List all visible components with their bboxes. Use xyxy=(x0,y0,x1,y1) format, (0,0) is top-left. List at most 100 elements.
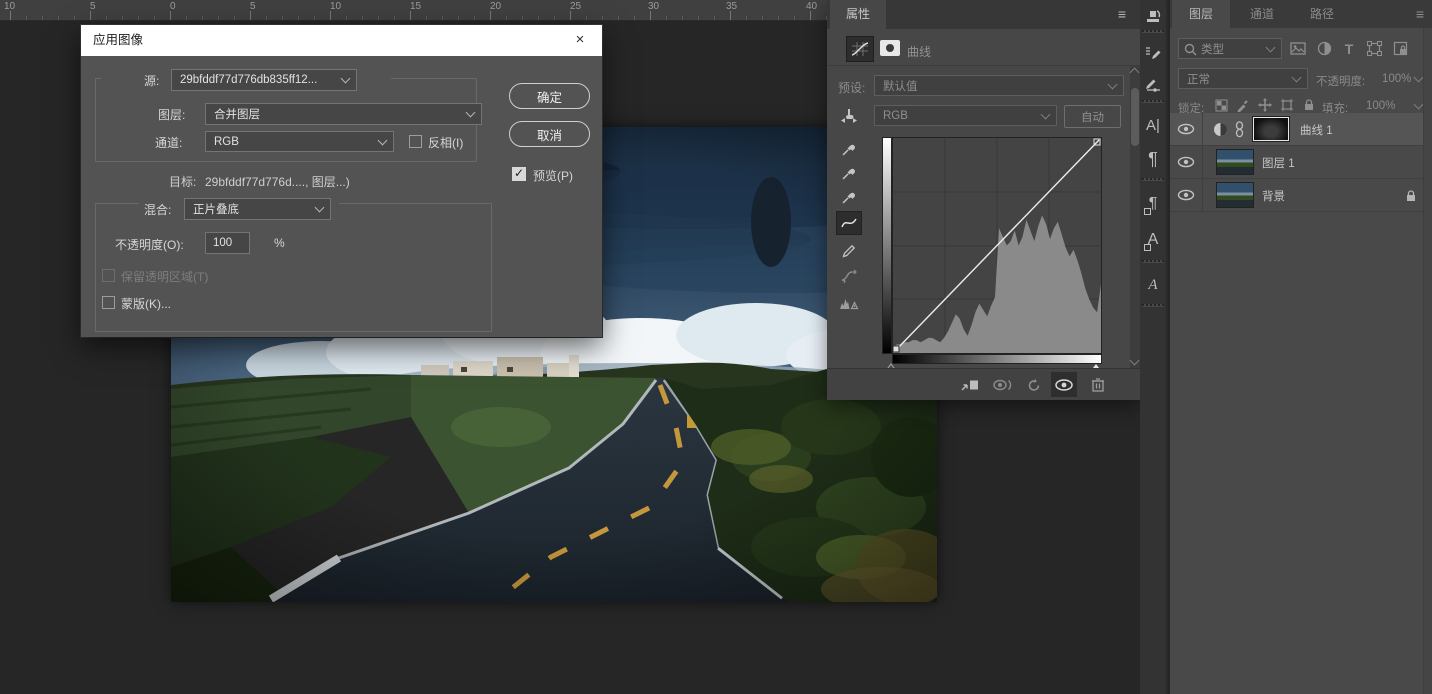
preserve-transparency-label: 保留透明区域(T) xyxy=(121,268,208,285)
character-styles-panel-icon[interactable]: A xyxy=(1140,222,1166,258)
gray-point-eyedropper-icon[interactable] xyxy=(836,161,862,185)
pencil-tool[interactable] xyxy=(836,239,862,263)
lock-artboard-icon[interactable] xyxy=(1278,97,1296,113)
paragraph-panel-icon[interactable]: ¶ xyxy=(1140,142,1166,176)
clip-to-layer-button[interactable] xyxy=(957,372,983,397)
close-icon[interactable]: × xyxy=(558,25,602,56)
layer-mask-icon xyxy=(880,40,900,56)
panel-menu-icon[interactable]: ≡ xyxy=(1118,7,1126,21)
filter-type-label: 类型 xyxy=(1201,41,1224,57)
chevron-down-icon xyxy=(1041,109,1051,119)
eye-icon xyxy=(1177,123,1195,135)
preset-select[interactable]: 默认值 xyxy=(874,75,1124,96)
chevron-down-icon[interactable] xyxy=(1414,100,1424,110)
source-select[interactable]: 29bfddf77d776db835ff12... xyxy=(171,69,357,91)
layer-thumbnail[interactable] xyxy=(1216,182,1254,208)
target-value: 29bfddf77d776d...., 图层...) xyxy=(205,173,350,190)
channel-select[interactable]: RGB xyxy=(205,131,394,152)
filter-type-select[interactable]: 类型 xyxy=(1178,38,1282,59)
blend-mode-value: 正常 xyxy=(1187,71,1210,87)
cancel-button[interactable]: 取消 xyxy=(509,121,590,147)
scroll-up-icon[interactable] xyxy=(1130,68,1140,78)
curves-grid[interactable] xyxy=(892,137,1102,354)
tab-properties[interactable]: 属性 xyxy=(830,0,886,29)
scroll-down-icon[interactable] xyxy=(1130,356,1140,366)
smooth-curve-icon xyxy=(836,264,862,288)
lock-position-icon[interactable] xyxy=(1256,97,1274,113)
glyphs-panel-icon[interactable]: A xyxy=(1140,268,1166,302)
visibility-toggle[interactable] xyxy=(1170,146,1203,178)
target-label: 目标: xyxy=(169,173,196,190)
layer-name[interactable]: 背景 xyxy=(1262,188,1285,204)
edit-points-tool[interactable] xyxy=(836,211,862,235)
filter-image-icon[interactable] xyxy=(1288,40,1308,57)
mask-link-icon[interactable] xyxy=(1234,120,1244,138)
dialog-titlebar[interactable]: 应用图像 xyxy=(81,25,602,56)
dock-separator xyxy=(1142,178,1164,181)
delete-adjustment-button[interactable] xyxy=(1085,372,1111,397)
blend-select[interactable]: 正片叠底 xyxy=(184,198,331,220)
tab-paths[interactable]: 路径 xyxy=(1294,0,1350,28)
blend-mode-select[interactable]: 正常 xyxy=(1178,68,1308,89)
invert-checkbox[interactable] xyxy=(409,135,422,148)
filter-smart-object-icon[interactable] xyxy=(1390,40,1410,57)
style-square xyxy=(1144,208,1151,215)
layer-mask-thumbnail[interactable] xyxy=(1252,116,1290,142)
chevron-down-icon xyxy=(1266,42,1276,52)
layer-select[interactable]: 合并图层 xyxy=(205,103,482,125)
brushes-icon[interactable] xyxy=(1140,68,1166,100)
layer-thumbnail[interactable] xyxy=(1216,149,1254,175)
horizontal-ruler: 10 5 0 5 10 15 20 25 30 35 40 xyxy=(0,0,830,21)
clone-source-icon[interactable] xyxy=(1140,0,1166,32)
scrollbar-thumb[interactable] xyxy=(1131,88,1139,146)
layer-name[interactable]: 图层 1 xyxy=(1262,155,1295,171)
lock-pixels-icon[interactable] xyxy=(1234,97,1252,113)
view-previous-state-button[interactable] xyxy=(990,372,1016,397)
layer-row-background[interactable]: 背景 xyxy=(1170,179,1432,212)
ok-button[interactable]: 确定 xyxy=(509,83,590,109)
black-point-eyedropper-icon[interactable] xyxy=(836,137,862,161)
reset-button[interactable] xyxy=(1021,372,1047,397)
paragraph-styles-panel-icon[interactable]: ¶ xyxy=(1140,186,1166,222)
layer-name[interactable]: 曲线 1 xyxy=(1300,122,1333,138)
dock-separator xyxy=(1142,100,1164,103)
opacity-value[interactable]: 100% xyxy=(1382,73,1411,85)
background-lock-icon[interactable] xyxy=(1404,188,1418,202)
dock-separator xyxy=(1142,260,1164,263)
layer-row-curves[interactable]: 曲线 1 xyxy=(1170,113,1432,146)
filter-adjustment-icon[interactable] xyxy=(1314,40,1334,57)
layer-row-layer1[interactable]: 图层 1 xyxy=(1170,146,1432,179)
layers-panel: 图层 通道 路径 ≡ 类型 T xyxy=(1170,0,1432,694)
targeted-adjustment-tool[interactable] xyxy=(836,104,862,128)
ruler-label: 0 xyxy=(170,1,176,12)
auto-button[interactable]: 自动 xyxy=(1064,105,1121,128)
panel-menu-icon[interactable]: ≡ xyxy=(1416,7,1424,21)
character-panel-icon[interactable]: A| xyxy=(1140,108,1166,142)
curves-channel-select[interactable]: RGB xyxy=(874,105,1057,126)
mask-checkbox[interactable] xyxy=(102,296,115,309)
opacity-input[interactable]: 100 xyxy=(205,232,250,254)
properties-panel: 属性 ≡ 曲线 预设: 默认值 xyxy=(827,0,1140,400)
lock-all-icon[interactable] xyxy=(1300,96,1318,112)
chevron-down-icon[interactable] xyxy=(1414,73,1424,83)
layers-scrollbar[interactable] xyxy=(1423,28,1432,694)
ruler-label: 5 xyxy=(90,1,96,12)
visibility-toggle[interactable] xyxy=(1170,179,1203,211)
dock-separator xyxy=(1142,30,1164,33)
tab-channels[interactable]: 通道 xyxy=(1234,0,1290,28)
visibility-toggle[interactable] xyxy=(1170,113,1203,145)
visibility-toggle-button[interactable] xyxy=(1051,372,1077,397)
fill-value[interactable]: 100% xyxy=(1366,100,1395,112)
preview-checkbox[interactable] xyxy=(512,167,526,181)
filter-text-icon[interactable]: T xyxy=(1340,40,1358,57)
ruler-label: 10 xyxy=(330,1,341,12)
histogram-warning-icon[interactable] xyxy=(836,291,862,315)
tab-layers[interactable]: 图层 xyxy=(1172,0,1230,28)
properties-scrollbar[interactable] xyxy=(1130,66,1140,368)
filter-shape-icon[interactable] xyxy=(1364,40,1384,57)
curve-point-shadow[interactable] xyxy=(893,346,899,352)
blend-label: 混合: xyxy=(144,201,171,218)
brush-settings-icon[interactable] xyxy=(1140,36,1166,68)
white-point-eyedropper-icon[interactable] xyxy=(836,185,862,209)
lock-transparency-icon[interactable] xyxy=(1212,97,1230,113)
